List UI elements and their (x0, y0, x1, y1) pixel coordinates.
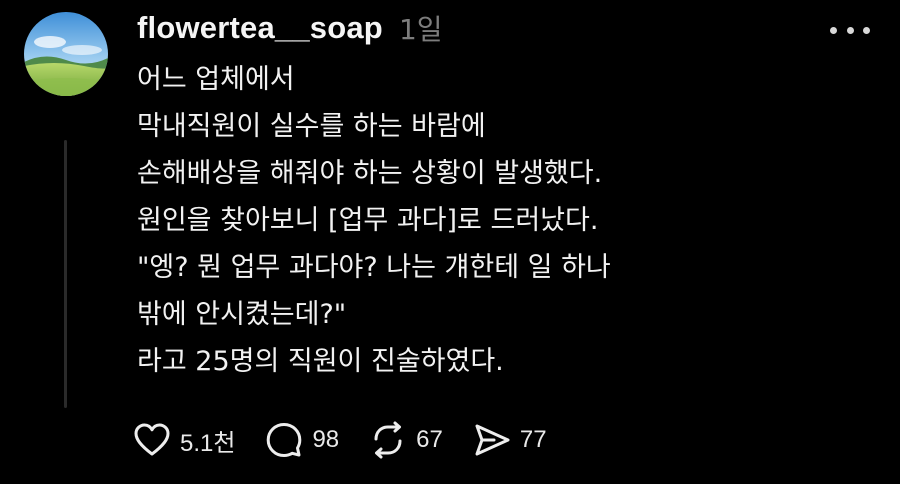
repost-icon (374, 421, 402, 459)
post-line: 라고 25명의 직원이 진술하였다. (137, 346, 504, 377)
post-actions: 5.1천 98 67 77 (132, 418, 576, 462)
post-timestamp: 1일 (398, 13, 443, 46)
like-button[interactable]: 5.1천 (132, 420, 235, 460)
thread-line (64, 140, 67, 408)
more-dots-icon (830, 26, 837, 34)
share-count: 77 (519, 426, 547, 453)
username-link[interactable]: flowertea__soap (137, 10, 383, 46)
avatar[interactable] (24, 12, 108, 96)
comment-button[interactable]: 98 (264, 420, 339, 460)
thread-post: flowertea__soap 1일 어느 업체에서 막내직원이 실수를 하는 … (0, 0, 900, 484)
landscape-avatar-icon (24, 12, 108, 96)
share-button[interactable]: 77 (472, 420, 547, 460)
post-line: 손해배상을 해줘야 하는 상황이 발생했다. (137, 158, 603, 189)
post-line: 원인을 찾아보니 [업무 과다]로 드러났다. (137, 205, 599, 236)
heart-icon (134, 423, 170, 456)
repost-count: 67 (416, 426, 443, 453)
post-line: 막내직원이 실수를 하는 바람에 (137, 111, 486, 142)
more-dots-icon (846, 26, 854, 34)
comment-count: 98 (312, 426, 340, 453)
post-line: "엥? 뭔 업무 과다야? 나는 걔한테 일 하나 (137, 252, 611, 283)
repost-button[interactable]: 67 (368, 420, 443, 460)
post-header: flowertea__soap 1일 (137, 6, 443, 50)
comment-bubble-icon (267, 423, 302, 457)
more-options-button[interactable] (830, 20, 870, 40)
like-count: 5.1천 (180, 429, 236, 457)
post-line: 밖에 안시켰는데?" (137, 299, 347, 330)
post-body: 어느 업체에서 막내직원이 실수를 하는 바람에 손해배상을 해줘야 하는 상황… (137, 56, 857, 385)
share-send-icon (475, 424, 510, 456)
post-line: 어느 업체에서 (137, 64, 295, 95)
more-dots-icon (863, 26, 870, 34)
